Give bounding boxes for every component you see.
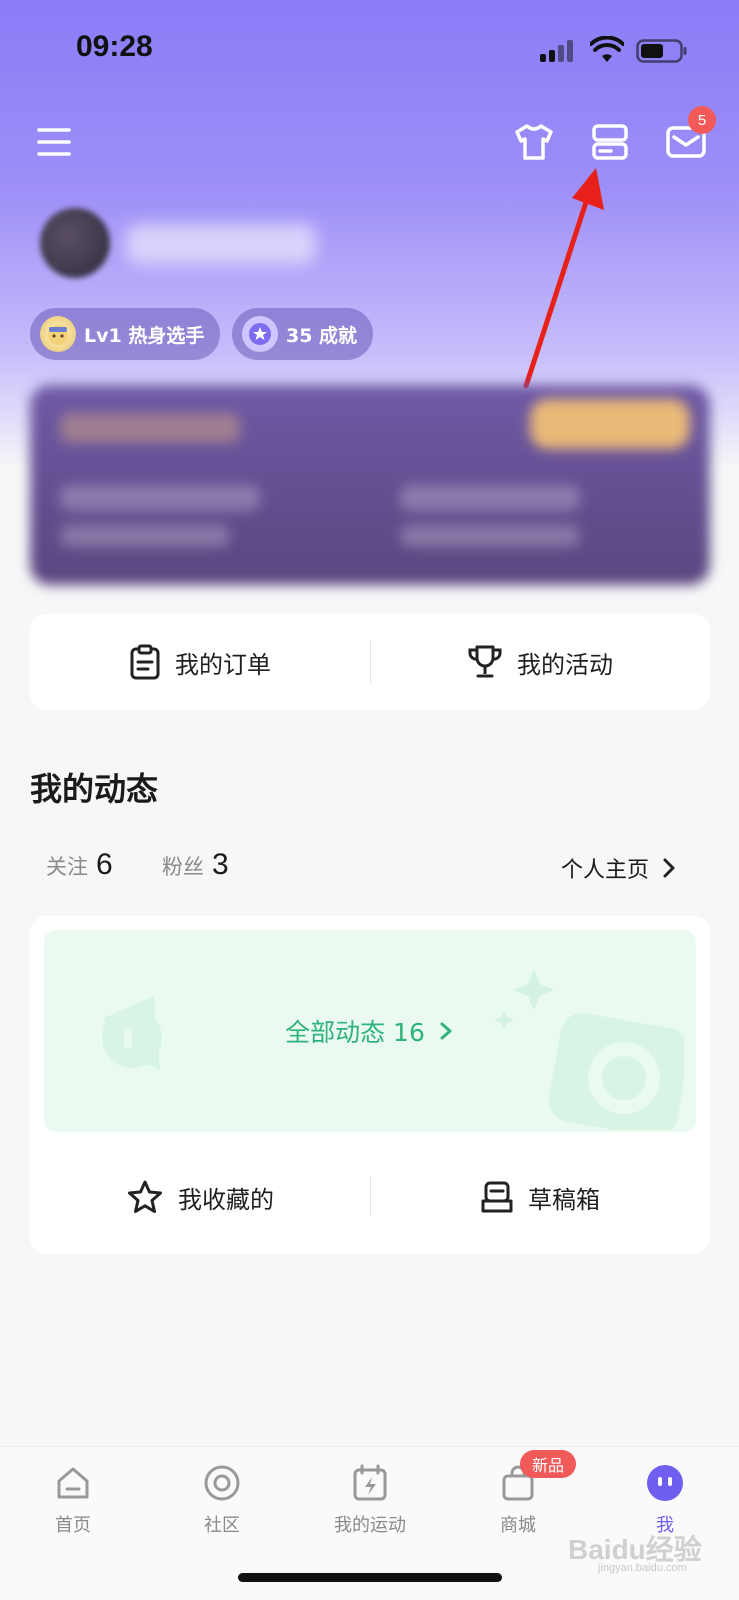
my-orders-button[interactable]: 我的订单: [30, 614, 370, 710]
personal-homepage-link[interactable]: 个人主页: [561, 852, 679, 884]
drafts-box-icon: [481, 1181, 513, 1213]
followers-count: 3: [212, 848, 229, 881]
status-time: 09:28: [76, 30, 153, 63]
personal-homepage-label: 个人主页: [560, 858, 649, 883]
nav-item-me[interactable]: 我: [610, 1463, 720, 1537]
level-label: Lv1 热身选手: [84, 324, 205, 347]
signal-icon: [540, 40, 578, 62]
wifi-icon: [590, 36, 624, 62]
following-count: 6: [96, 848, 113, 881]
mail-badge: 5: [688, 106, 716, 134]
username-blurred[interactable]: [126, 224, 316, 264]
nav-item-community[interactable]: 社区: [167, 1463, 277, 1537]
nav-item-my-sports[interactable]: 我的运动: [315, 1463, 425, 1537]
chevron-right-icon: [663, 858, 675, 878]
drafts-label: 草稿箱: [528, 1185, 600, 1214]
home-indicator[interactable]: [238, 1573, 502, 1582]
following-stat[interactable]: 关注 6: [46, 848, 113, 882]
achievements-chip[interactable]: 35 成就: [232, 308, 374, 360]
calendar-bolt-icon: [350, 1463, 390, 1503]
all-feeds-link[interactable]: 全部动态 16: [44, 930, 696, 1132]
me-avatar-icon: [645, 1463, 685, 1503]
avatar[interactable]: [40, 208, 110, 278]
my-activities-label: 我的活动: [517, 650, 613, 679]
watermark-url: jingyan.baidu.com: [598, 1562, 687, 1574]
all-feeds-label: 全部动态 16: [285, 1018, 425, 1047]
my-orders-label: 我的订单: [175, 650, 271, 679]
nav-label: 社区: [204, 1515, 240, 1536]
membership-card-blurred[interactable]: [30, 385, 710, 585]
level-chip[interactable]: Lv1 热身选手: [30, 308, 221, 360]
achievements-label: 35 成就: [286, 324, 358, 347]
mail-icon[interactable]: 5: [662, 106, 716, 166]
followers-stat[interactable]: 粉丝 3: [162, 848, 229, 882]
nav-label: 首页: [55, 1515, 91, 1536]
drafts-button[interactable]: 草稿箱: [370, 1142, 710, 1252]
home-icon: [53, 1463, 93, 1503]
all-feeds-banner[interactable]: 全部动态 16: [44, 930, 696, 1132]
followers-label: 粉丝: [162, 855, 204, 879]
nav-label: 商城: [500, 1515, 536, 1536]
star-icon: [128, 1180, 162, 1213]
new-product-badge: 新品: [520, 1450, 577, 1478]
level-medal-icon: [40, 316, 76, 352]
menu-icon[interactable]: [30, 118, 78, 166]
favorites-label: 我收藏的: [178, 1185, 274, 1214]
favorites-button[interactable]: 我收藏的: [30, 1142, 370, 1252]
trophy-icon: [468, 645, 502, 678]
dynamics-card: 全部动态 16 我收藏的 草稿箱: [30, 916, 710, 1254]
chevron-right-icon: [440, 1022, 452, 1040]
red-arrow-annotation: [523, 168, 604, 389]
community-icon: [202, 1463, 242, 1503]
following-label: 关注: [46, 855, 88, 879]
achievement-badge-icon: [242, 316, 278, 352]
quick-actions-card: 我的订单 我的活动: [30, 614, 710, 710]
nav-item-home[interactable]: 首页: [18, 1463, 128, 1537]
nav-label: 我的运动: [334, 1515, 406, 1536]
my-activities-button[interactable]: 我的活动: [370, 614, 710, 710]
status-bar: 09:28: [0, 28, 739, 72]
battery-icon: [636, 39, 687, 63]
section-title: 我的动态: [30, 770, 159, 808]
clipboard-icon: [130, 644, 160, 680]
top-bar: 5: [0, 106, 739, 174]
